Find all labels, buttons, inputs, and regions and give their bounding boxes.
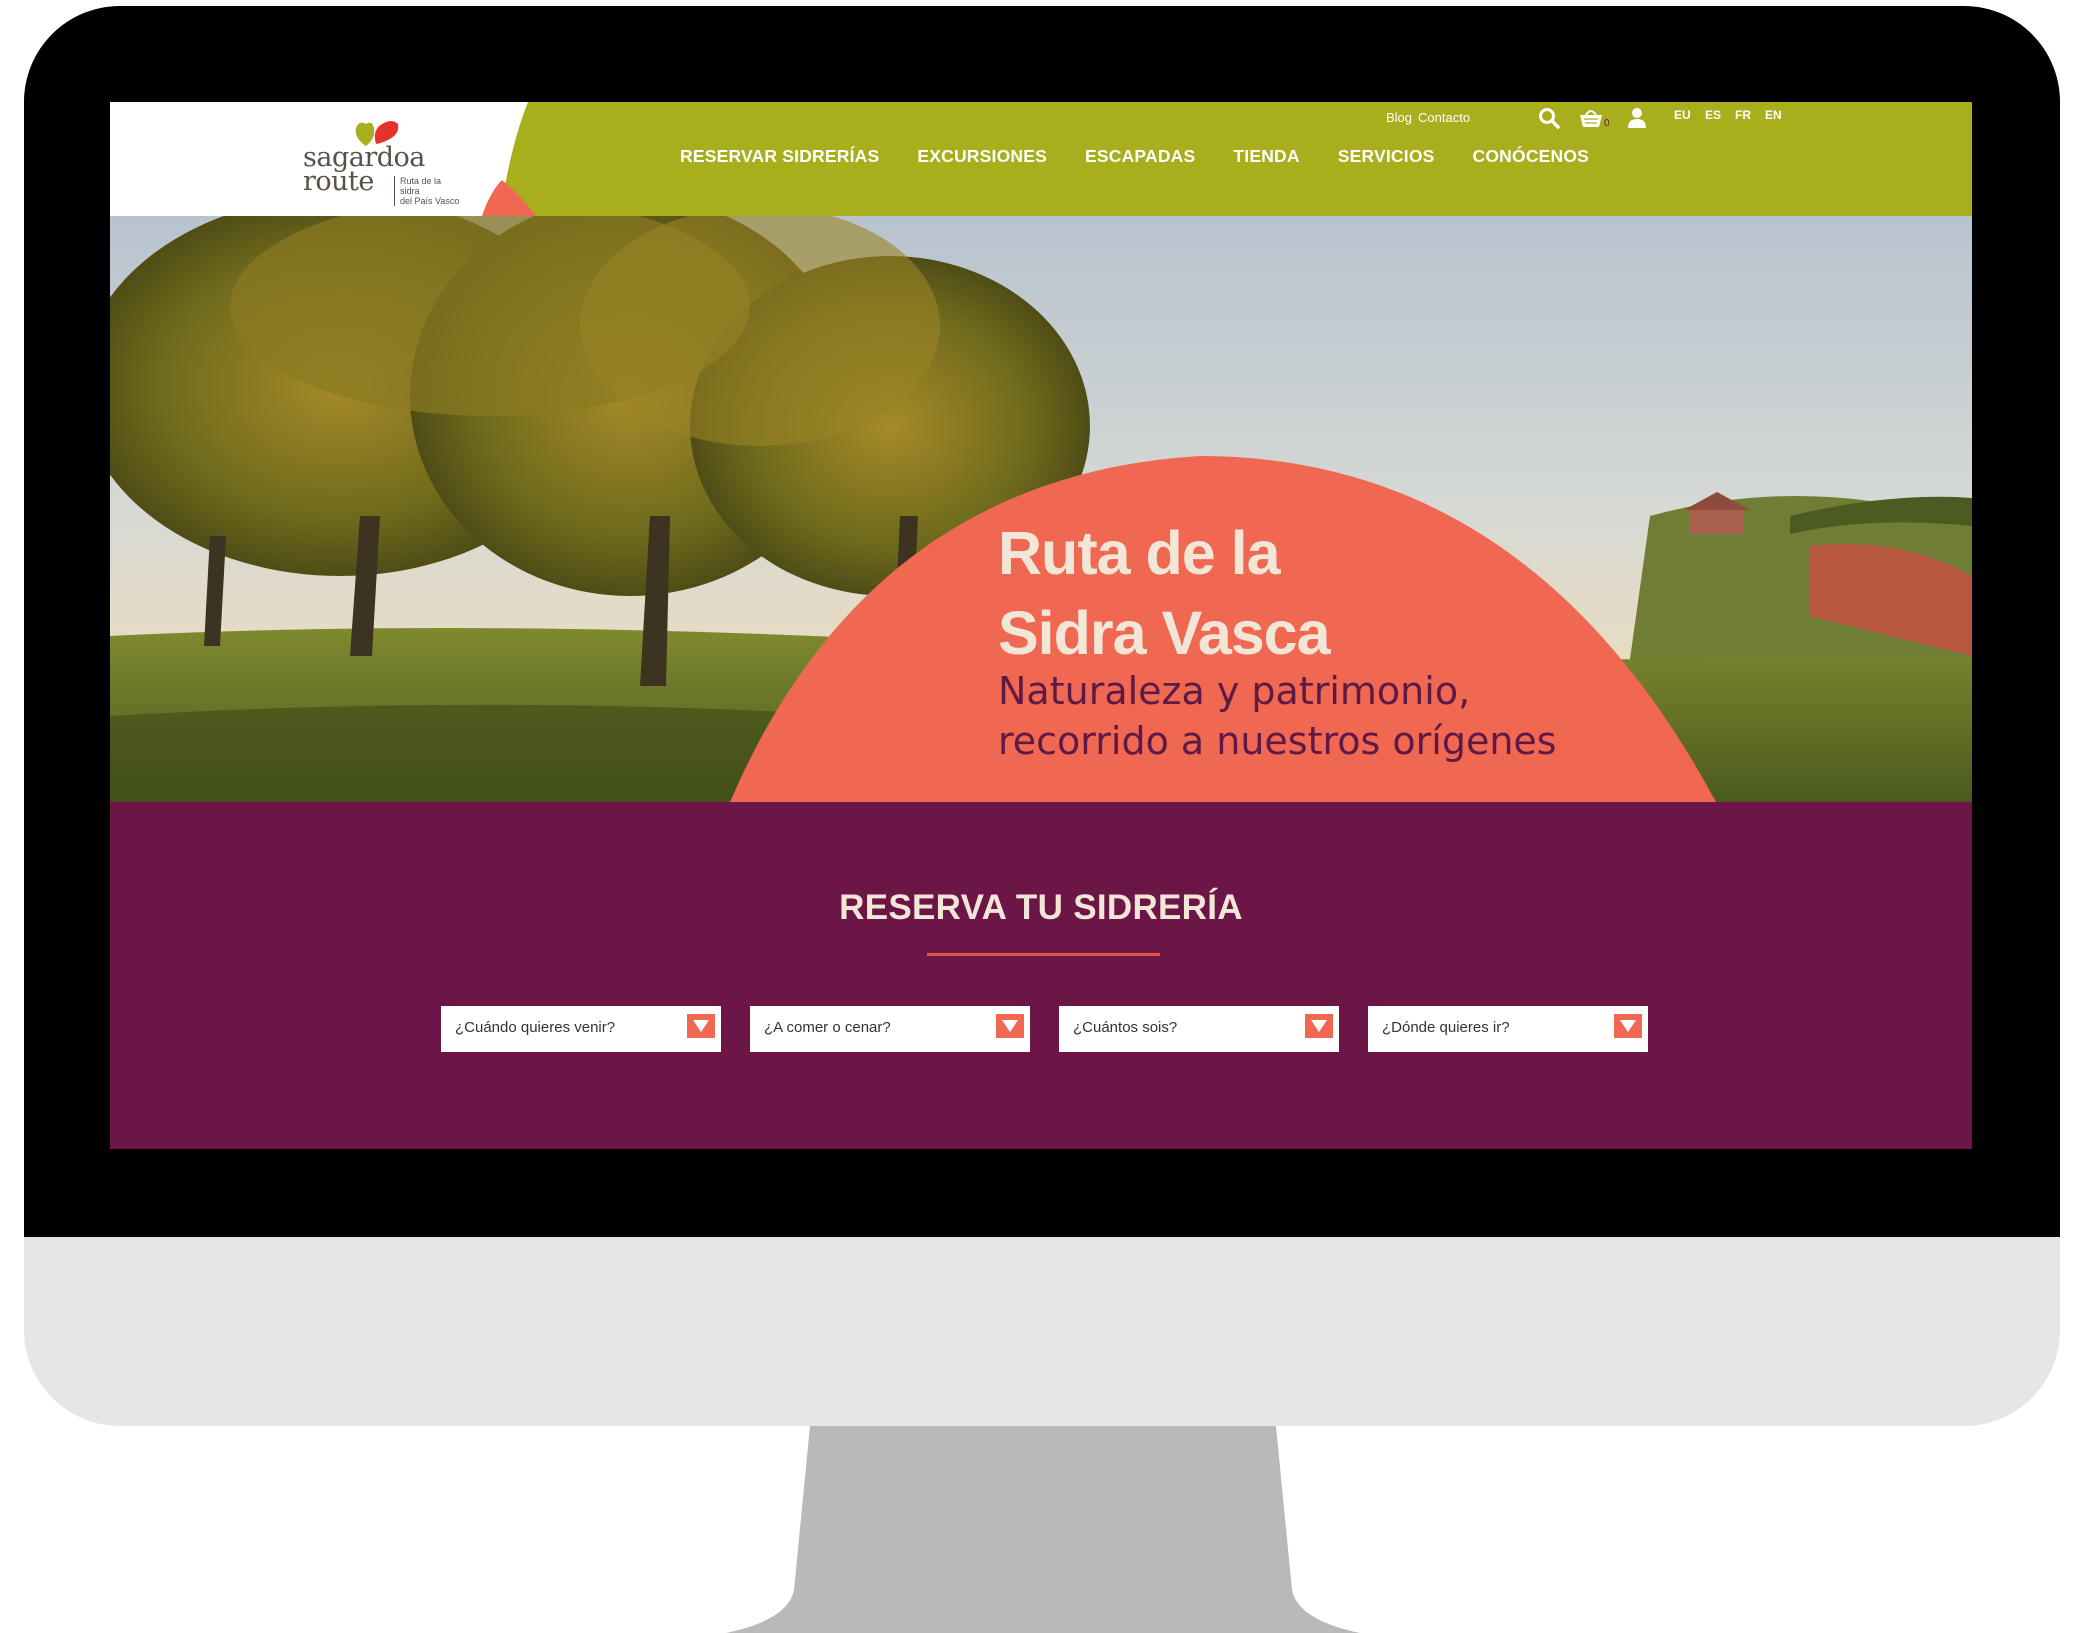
chevron-down-icon [1305, 1014, 1333, 1038]
booking-title: RESERVA TU SIDRERÍA [839, 888, 1243, 927]
when-select[interactable]: ¿Cuándo quieres venir? [441, 1006, 721, 1052]
hero-banner: Ruta de la Sidra Vasca Naturaleza y patr… [110, 216, 1972, 802]
hero-title: Ruta de la Sidra Vasca [998, 513, 1331, 673]
site-header: sagardoa route Ruta de la sidra del País… [110, 102, 1972, 216]
nav-reservar-sidrerias[interactable]: RESERVAR SIDRERÍAS [680, 146, 879, 167]
hero-subtitle-line-1: Naturaleza y patrimonio, [998, 669, 1471, 713]
when-select-label: ¿Cuándo quieres venir? [455, 1019, 616, 1036]
lang-es[interactable]: ES [1705, 108, 1721, 122]
lang-en[interactable]: EN [1765, 108, 1782, 122]
logo-line-2: route [303, 166, 374, 197]
lang-fr[interactable]: FR [1735, 108, 1751, 122]
logo-tagline-2: del País Vasco [400, 196, 460, 206]
user-icon [1628, 108, 1646, 128]
nav-conocenos[interactable]: CONÓCENOS [1473, 146, 1590, 167]
booking-divider [927, 953, 1160, 956]
hero-subtitle-line-2: recorrido a nuestros orígenes [998, 719, 1557, 763]
blog-link[interactable]: Blog [1386, 110, 1412, 125]
hero-title-line-1: Ruta de la [998, 519, 1281, 587]
hero-title-line-2: Sidra Vasca [998, 599, 1331, 667]
guests-select-label: ¿Cuántos sois? [1073, 1019, 1178, 1036]
contact-link[interactable]: Contacto [1418, 110, 1470, 125]
lang-eu[interactable]: EU [1674, 108, 1691, 122]
logo-tagline: Ruta de la sidra del País Vasco [394, 176, 460, 206]
chevron-down-icon [996, 1014, 1024, 1038]
main-nav: RESERVAR SIDRERÍAS EXCURSIONES ESCAPADAS… [680, 146, 1627, 167]
nav-excursiones[interactable]: EXCURSIONES [917, 146, 1047, 167]
chevron-down-icon [1614, 1014, 1642, 1038]
search-button[interactable] [1534, 104, 1564, 132]
nav-servicios[interactable]: SERVICIOS [1338, 146, 1435, 167]
nav-escapadas[interactable]: ESCAPADAS [1085, 146, 1195, 167]
nav-tienda[interactable]: TIENDA [1233, 146, 1299, 167]
cart-button[interactable]: 0 [1576, 104, 1610, 132]
website-screen: sagardoa route Ruta de la sidra del País… [110, 102, 1972, 1149]
location-select-label: ¿Dónde quieres ir? [1382, 1019, 1510, 1036]
meal-select[interactable]: ¿A comer o cenar? [750, 1006, 1030, 1052]
guests-select[interactable]: ¿Cuántos sois? [1059, 1006, 1339, 1052]
search-icon [1539, 108, 1560, 129]
chevron-down-icon [687, 1014, 715, 1038]
location-select[interactable]: ¿Dónde quieres ir? [1368, 1006, 1648, 1052]
hero-subtitle: Naturaleza y patrimonio, recorrido a nue… [998, 666, 1557, 766]
booking-section: RESERVA TU SIDRERÍA ¿Cuándo quieres veni… [110, 802, 1972, 1149]
logo-tagline-1: Ruta de la sidra [400, 176, 442, 196]
basket-icon [1580, 110, 1602, 127]
utility-links: Blog Contacto [1386, 104, 1476, 130]
meal-select-label: ¿A comer o cenar? [764, 1019, 891, 1036]
cart-count: 0 [1604, 118, 1610, 129]
account-button[interactable] [1622, 104, 1652, 132]
